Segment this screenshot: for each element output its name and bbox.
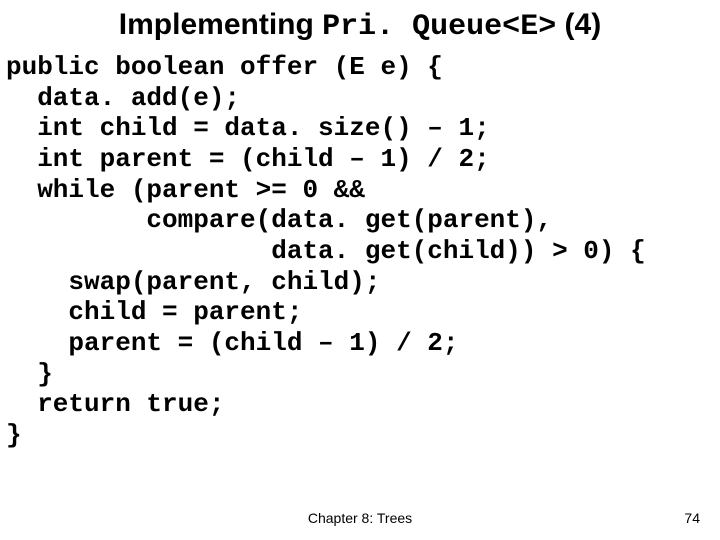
code-line: while (parent >= 0 &&	[6, 175, 365, 205]
code-line: compare(data. get(parent),	[6, 205, 552, 235]
slide: Implementing Pri. Queue<E> (4) public bo…	[0, 0, 720, 540]
title-text-1: Implementing	[119, 8, 322, 41]
code-line: data. get(child)) > 0) {	[6, 236, 646, 266]
code-block: public boolean offer (E e) { data. add(e…	[6, 52, 714, 451]
code-line: }	[6, 359, 53, 389]
code-line: data. add(e);	[6, 83, 240, 113]
code-line: int parent = (child – 1) / 2;	[6, 144, 490, 174]
code-line: swap(parent, child);	[6, 267, 380, 297]
footer-page-number: 74	[684, 510, 700, 526]
code-line: return true;	[6, 389, 224, 419]
code-line: parent = (child – 1) / 2;	[6, 328, 458, 358]
title-text-2: (4)	[556, 8, 601, 41]
code-line: public boolean offer (E e) {	[6, 52, 443, 82]
code-line: int child = data. size() – 1;	[6, 113, 490, 143]
code-line: }	[6, 420, 22, 450]
footer-chapter: Chapter 8: Trees	[0, 510, 720, 526]
slide-title: Implementing Pri. Queue<E> (4)	[0, 8, 720, 44]
code-line: child = parent;	[6, 297, 302, 327]
title-mono: Pri. Queue<E>	[322, 10, 556, 44]
